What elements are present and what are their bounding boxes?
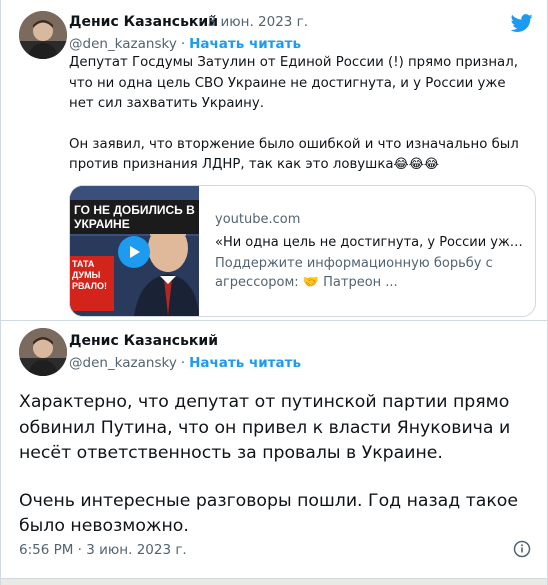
- author-name[interactable]: Денис Казанський: [69, 14, 218, 30]
- tweet-text: Характерно, что депутат от путинской пар…: [19, 390, 531, 540]
- tweet-paragraph-text: Он заявил, что вторжение было ошибкой и …: [69, 136, 519, 173]
- video-thumbnail[interactable]: ГО НЕ ДОБИЛИСЬ В УКРАИНЕ ТАТА ДУМЫ РВАЛО…: [70, 186, 199, 316]
- separator-dot: ·: [180, 355, 186, 371]
- tweet-date-text[interactable]: 3 июн. 2023 г.: [208, 14, 308, 30]
- follow-button[interactable]: Начать читать: [189, 36, 301, 52]
- tweet-paragraph: Очень интересные разговоры пошли. Год на…: [19, 490, 518, 537]
- author-handle[interactable]: @den_kazansky: [69, 36, 177, 52]
- tweet-text: Депутат Госдумы Затулин от Единой России…: [69, 53, 531, 176]
- author-name[interactable]: Денис Казанський: [69, 333, 218, 349]
- link-preview-card[interactable]: ГО НЕ ДОБИЛИСЬ В УКРАИНЕ ТАТА ДУМЫ РВАЛО…: [69, 185, 536, 317]
- tweet-paragraph: Он заявил, что вторжение было ошибкой и …: [69, 135, 531, 176]
- card-body[interactable]: youtube.com «Ни одна цель не достигнута,…: [215, 210, 527, 292]
- laughing-emoji-icon: 😂😂😂: [393, 157, 440, 172]
- avatar[interactable]: [19, 328, 67, 376]
- tweet-paragraph: Характерно, что депутат от путинской пар…: [19, 392, 511, 463]
- tweet-timestamp[interactable]: 6:56 PM · 3 июн. 2023 г.: [19, 542, 187, 558]
- card-domain: youtube.com: [215, 212, 301, 227]
- separator-dot: ·: [199, 14, 204, 30]
- author-handle[interactable]: @den_kazansky: [69, 355, 177, 371]
- handle-line: @den_kazansky · Начать читать: [69, 355, 301, 371]
- avatar[interactable]: [19, 11, 67, 59]
- play-icon[interactable]: [118, 236, 150, 268]
- twitter-bird-icon[interactable]: [510, 12, 534, 34]
- card-title: «Ни одна цель не достигнута, у России уж…: [215, 235, 527, 250]
- separator-dot: ·: [180, 36, 186, 52]
- tweet-divider: [1, 320, 547, 321]
- tweet-paragraph: Депутат Госдумы Затулин от Единой России…: [69, 55, 518, 111]
- follow-button[interactable]: Начать читать: [189, 355, 301, 371]
- card-description: Поддержите информационную борьбу с агрес…: [215, 256, 493, 290]
- info-icon[interactable]: [513, 540, 531, 558]
- tweet-date[interactable]: · 3 июн. 2023 г.: [199, 14, 308, 30]
- thumbnail-red-label: ТАТА ДУМЫ РВАЛО!: [70, 256, 114, 311]
- handle-line: @den_kazansky · Начать читать: [69, 36, 301, 52]
- bottom-edge: [1, 578, 547, 585]
- thumbnail-headline: ГО НЕ ДОБИЛИСЬ В УКРАИНЕ: [70, 200, 199, 234]
